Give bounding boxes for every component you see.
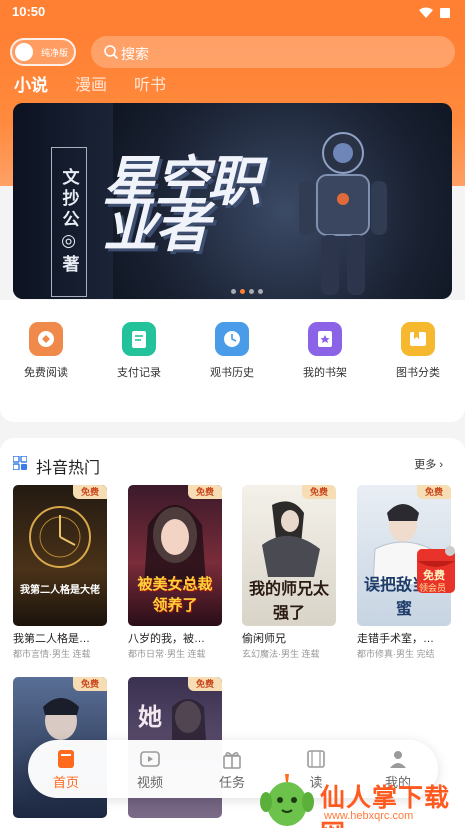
toggle-knob [15,43,33,61]
banner-author: 文抄公◎著 [51,147,87,297]
book-meta: 都市日常·男生 连载 [128,649,206,659]
nav-home[interactable]: 首页 [38,748,94,791]
grid-icon [12,455,28,471]
free-read-icon [29,322,63,356]
nav-label: 视频 [136,775,163,790]
video-icon [139,748,161,770]
category-tabs: 小说 漫画 听书 [14,71,166,96]
nav-label: 首页 [52,775,79,790]
toggle-label: 纯净版 [41,48,69,58]
history-clock-icon [215,322,249,356]
book-title: 八岁的我，被… [128,633,205,645]
quick-bookshelf[interactable]: 我的书架 [285,322,365,380]
cover-title: 她 [138,704,162,731]
status-bar: 10:50 [0,0,465,26]
profile-icon [387,748,409,770]
banner-title: 星空职业者 [103,152,261,258]
tab-audiobook[interactable]: 听书 [134,71,166,96]
free-badge: 免费 [73,677,107,691]
quick-payment-record[interactable]: 支付记录 [99,322,179,380]
free-badge: 免费 [302,485,336,499]
banner-dot[interactable] [249,289,254,294]
banner-dot[interactable] [258,289,263,294]
more-link[interactable]: 更多 › [414,456,443,472]
tab-comic[interactable]: 漫画 [75,71,107,96]
nav-label: 任务 [218,775,245,790]
search-icon [103,44,119,60]
book-title: 走错手术室，… [357,633,434,645]
book-title: 偷闲师兄 [242,633,286,645]
bookshelf-icon [308,322,342,356]
book-card[interactable]: 免费 我第二人格是大佬 我第二人格是… 都市言情·男生 连载 [13,485,107,660]
book-title: 我第二人格是… [13,633,90,645]
book-cover: 免费 被美女总裁领养了 [128,485,222,626]
home-book-icon [55,748,77,770]
battery-icon [439,6,455,18]
cover-title: 我第二人格是大佬 [20,585,100,596]
banner-dot[interactable] [231,289,236,294]
featured-banner[interactable]: 文抄公◎著 星空职业者 [13,103,452,299]
quick-category[interactable]: 图书分类 [378,322,458,380]
quick-label: 支付记录 [117,367,161,379]
gift-icon [221,748,243,770]
site-watermark: 仙人掌下载网 www.hebxqrc.com [258,772,465,828]
status-time: 10:50 [12,4,46,19]
pure-mode-toggle[interactable]: 纯净版 [10,38,76,66]
promo-bottom: 领会员 [419,583,447,593]
quick-label: 我的书架 [303,367,347,379]
nav-video[interactable]: 视频 [122,748,178,791]
tab-novel[interactable]: 小说 [14,71,48,96]
book-card[interactable]: 免费 我的师兄太强了 偷闲师兄 玄幻魔法·男生 连载 [242,485,336,660]
cactus-logo-icon [260,774,314,826]
quick-label: 图书分类 [396,367,440,379]
wifi-icon [419,6,433,18]
book-meta: 都市修真·男生 完结 [357,649,435,659]
quick-free-read[interactable]: 免费阅读 [6,322,86,380]
free-badge: 免费 [188,677,222,691]
astronaut-illustration [299,132,387,295]
free-badge: 免费 [417,485,451,499]
film-icon [305,748,327,770]
watermark-url: www.hebxqrc.com [324,810,414,822]
quick-label: 免费阅读 [24,367,68,379]
cover-title: 被美女总裁领养了 [137,576,213,614]
search-placeholder: 搜索 [121,46,149,62]
book-meta: 玄幻魔法·男生 连载 [242,649,320,659]
banner-dot-active[interactable] [240,289,245,294]
book-cover: 免费 我的师兄太强了 [242,485,336,626]
quick-label: 观书历史 [210,367,254,379]
quick-actions: 免费阅读 支付记录 观书历史 我的书架 图书分类 [0,300,465,422]
book-meta: 都市言情·男生 连载 [13,649,91,659]
category-icon [401,322,435,356]
payment-record-icon [122,322,156,356]
search-input[interactable]: 搜索 [91,36,455,68]
free-badge: 免费 [188,485,222,499]
free-vip-promo[interactable]: 免费 领会员 [415,545,457,595]
cover-title: 我的师兄太强了 [248,581,329,622]
quick-history[interactable]: 观书历史 [192,322,272,380]
book-cover: 免费 我第二人格是大佬 [13,485,107,626]
banner-pagination [231,289,263,294]
book-card[interactable]: 免费 被美女总裁领养了 八岁的我，被… 都市日常·男生 连载 [128,485,222,660]
section-title: 抖音热门 [36,460,101,477]
free-badge: 免费 [73,485,107,499]
nav-tasks[interactable]: 任务 [204,748,260,791]
